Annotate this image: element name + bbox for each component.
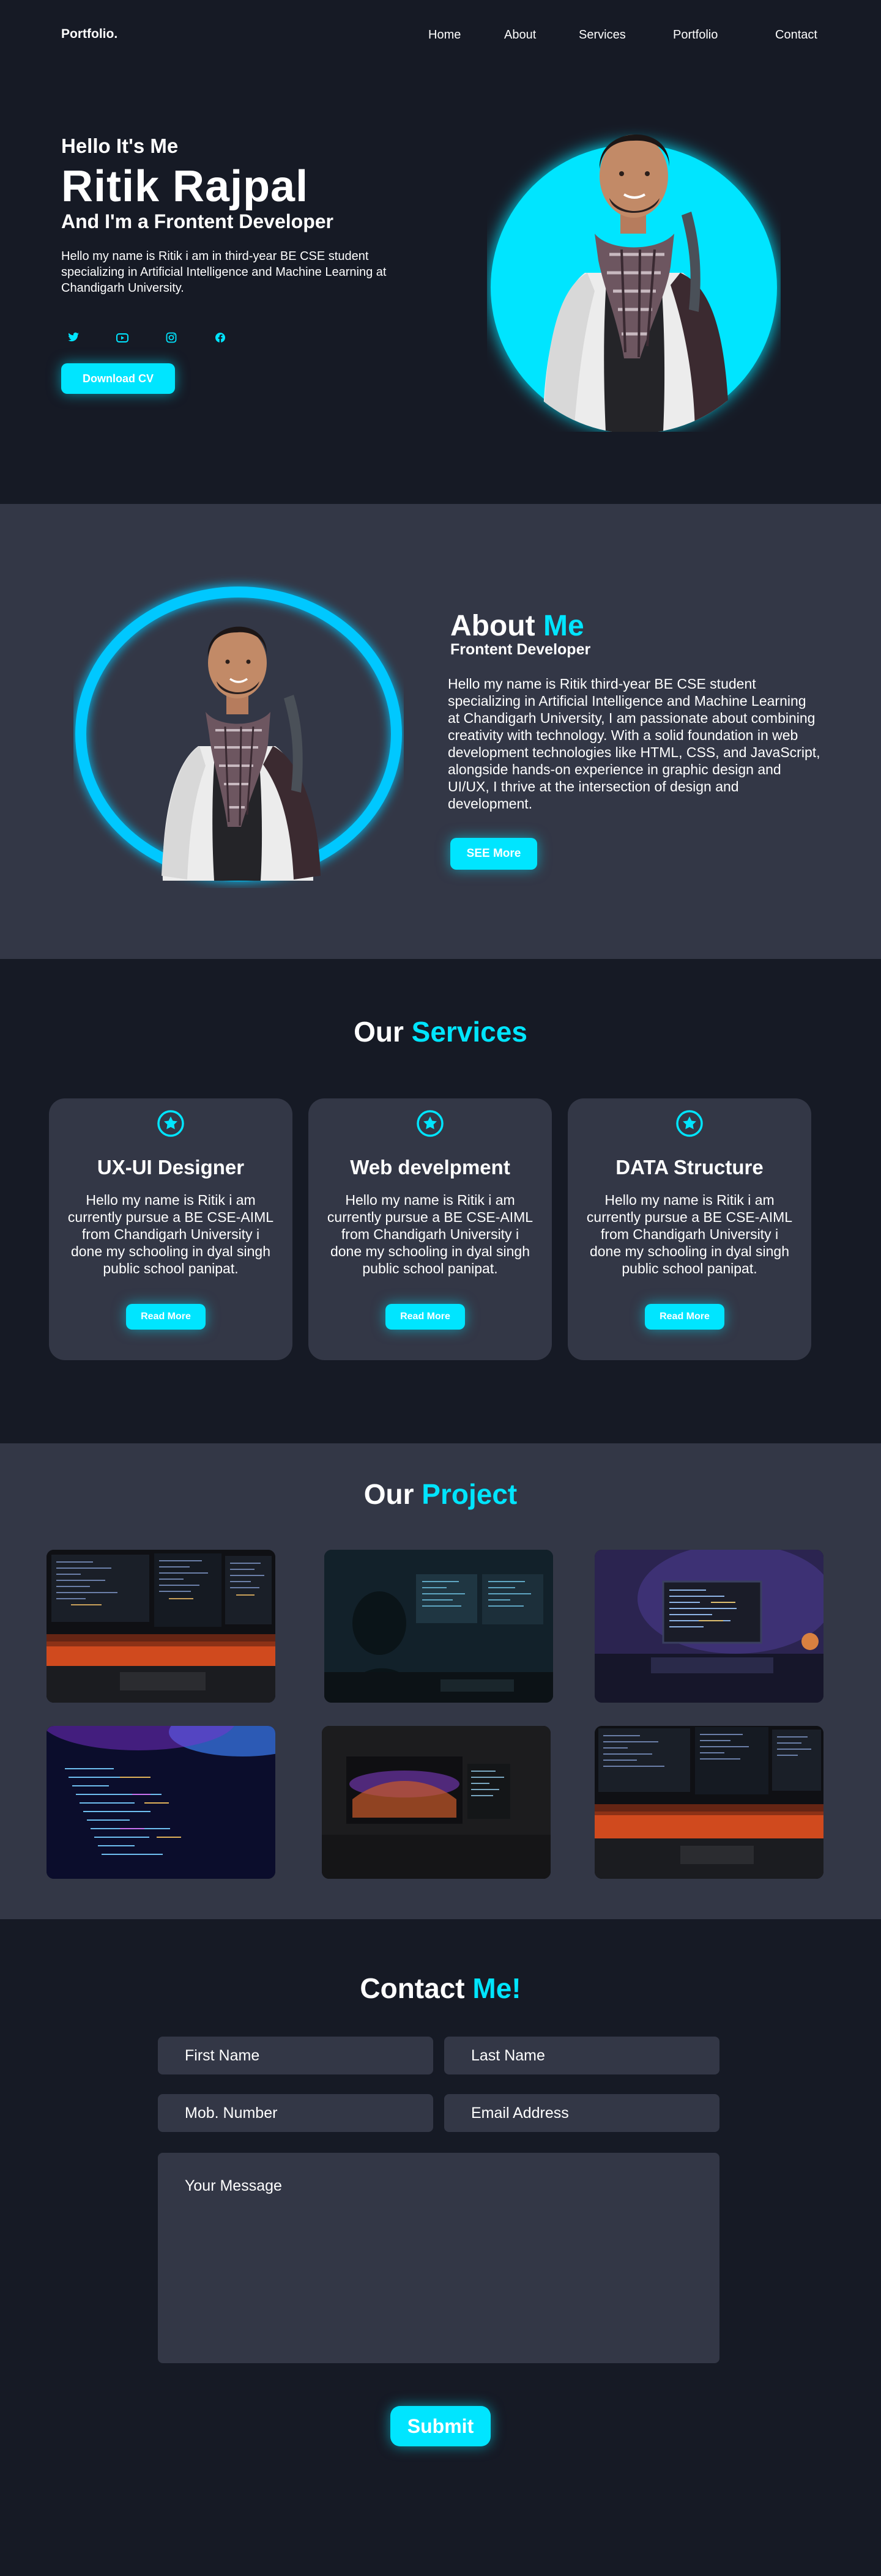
contact-title-accent: Me!	[472, 1972, 521, 2004]
first-name-field[interactable]	[158, 2037, 433, 2074]
about-title-accent: Me	[543, 610, 584, 642]
mobile-number-field[interactable]	[158, 2094, 433, 2132]
contact-section: Contact Me! Submit	[0, 1919, 881, 2576]
about-subtitle: Frontent Developer	[450, 641, 591, 658]
projects-title: Our Project	[0, 1478, 881, 1511]
star-icon	[676, 1110, 703, 1137]
project-image[interactable]	[46, 1726, 275, 1879]
star-icon	[157, 1110, 184, 1137]
instagram-icon[interactable]	[159, 325, 184, 350]
contact-title-main: Contact	[360, 1972, 465, 2004]
hero-description: Hello my name is Ritik i am in third-yea…	[61, 250, 387, 295]
email-field[interactable]	[444, 2094, 719, 2132]
hero-profile-photo	[491, 134, 777, 432]
service-card-title: Web develpment	[350, 1156, 510, 1179]
last-name-field[interactable]	[444, 2037, 719, 2074]
service-card-description: Hello my name is Ritik i am currently pu…	[327, 1192, 533, 1276]
about-title: About Me	[450, 609, 584, 643]
twitter-icon[interactable]	[61, 325, 86, 350]
hero-greeting: Hello It's Me	[61, 135, 179, 157]
project-image[interactable]	[322, 1726, 551, 1879]
nav-link-services[interactable]: Services	[579, 28, 626, 42]
service-card-description: Hello my name is Ritik i am currently pu…	[586, 1192, 793, 1276]
about-title-main: About	[450, 610, 535, 642]
contact-title: Contact Me!	[0, 1972, 881, 2005]
services-title: Our Services	[0, 1015, 881, 1048]
service-card-description: Hello my name is Ritik i am currently pu…	[67, 1192, 274, 1276]
services-title-main: Our	[354, 1016, 404, 1048]
hero-name: Ritik Rajpal	[61, 162, 309, 211]
star-icon	[417, 1110, 444, 1137]
navbar: Portfolio. Home About Services Portfolio…	[0, 0, 881, 71]
projects-title-accent: Project	[422, 1478, 518, 1510]
service-card-title: UX-UI Designer	[97, 1156, 245, 1179]
projects-section: Our Project	[0, 1443, 881, 1919]
service-card: UX-UI Designer Hello my name is Ritik i …	[49, 1098, 292, 1360]
services-title-accent: Services	[411, 1016, 527, 1048]
project-image[interactable]	[595, 1550, 823, 1703]
project-image[interactable]	[46, 1550, 275, 1703]
nav-link-home[interactable]: Home	[428, 28, 461, 42]
project-image[interactable]	[324, 1550, 553, 1703]
nav-link-portfolio[interactable]: Portfolio	[673, 28, 718, 42]
project-image[interactable]	[595, 1726, 823, 1879]
about-section: About Me Frontent Developer Hello my nam…	[0, 504, 881, 959]
projects-title-main: Our	[363, 1478, 414, 1510]
hero-role: And I'm a Frontent Developer	[61, 210, 333, 232]
about-profile-photo	[75, 587, 402, 881]
youtube-icon[interactable]	[110, 325, 135, 350]
see-more-button[interactable]: SEE More	[450, 838, 537, 870]
read-more-button[interactable]: Read More	[126, 1304, 206, 1330]
about-description: Hello my name is Ritik third-year BE CSE…	[448, 676, 820, 812]
download-cv-button[interactable]: Download CV	[61, 363, 175, 394]
services-section: Our Services UX-UI Designer Hello my nam…	[0, 959, 881, 1443]
nav-link-contact[interactable]: Contact	[775, 28, 817, 42]
service-card: Web develpment Hello my name is Ritik i …	[308, 1098, 552, 1360]
read-more-button[interactable]: Read More	[645, 1304, 724, 1330]
service-card-title: DATA Structure	[615, 1156, 764, 1179]
social-links	[61, 325, 245, 350]
nav-link-about[interactable]: About	[504, 28, 536, 42]
hero-section: Hello It's Me Ritik Rajpal And I'm a Fro…	[0, 71, 881, 504]
facebook-icon[interactable]	[208, 325, 232, 350]
message-field[interactable]	[158, 2153, 719, 2363]
read-more-button[interactable]: Read More	[385, 1304, 465, 1330]
nav-links: Home About Services Portfolio Contact	[0, 28, 881, 43]
submit-button[interactable]: Submit	[390, 2406, 491, 2446]
service-card: DATA Structure Hello my name is Ritik i …	[568, 1098, 811, 1360]
